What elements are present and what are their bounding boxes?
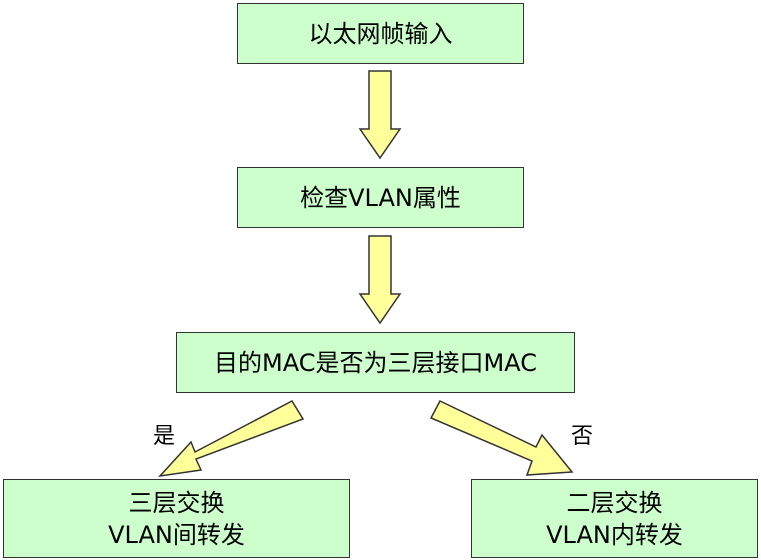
arrow-decision-to-l2 [429,400,574,476]
arrows-layer [158,70,574,478]
node-frame-input-label: 以太网帧输入 [308,19,453,48]
node-decision-mac: 目的MAC是否为三层接口MAC [176,332,575,393]
node-check-vlan-label: 检查VLAN属性 [300,183,461,212]
arrow-decision-to-l3 [158,400,305,478]
node-l2-line2: VLAN内转发 [546,520,683,549]
node-l3-line2: VLAN间转发 [108,520,245,549]
node-l2-line1: 二层交换 [566,488,663,517]
node-check-vlan: 检查VLAN属性 [237,167,524,228]
arrow-input-to-check [358,70,402,160]
node-l2-switching: 二层交换 VLAN内转发 [471,479,758,558]
arrow-check-to-decision [358,235,402,325]
edge-label-no: 否 [571,424,594,449]
edge-label-yes: 是 [153,424,176,449]
node-frame-input: 以太网帧输入 [237,3,524,64]
node-l3-line1: 三层交换 [128,488,225,517]
node-l3-switching: 三层交换 VLAN间转发 [3,479,350,558]
node-decision-mac-label: 目的MAC是否为三层接口MAC [214,348,537,377]
